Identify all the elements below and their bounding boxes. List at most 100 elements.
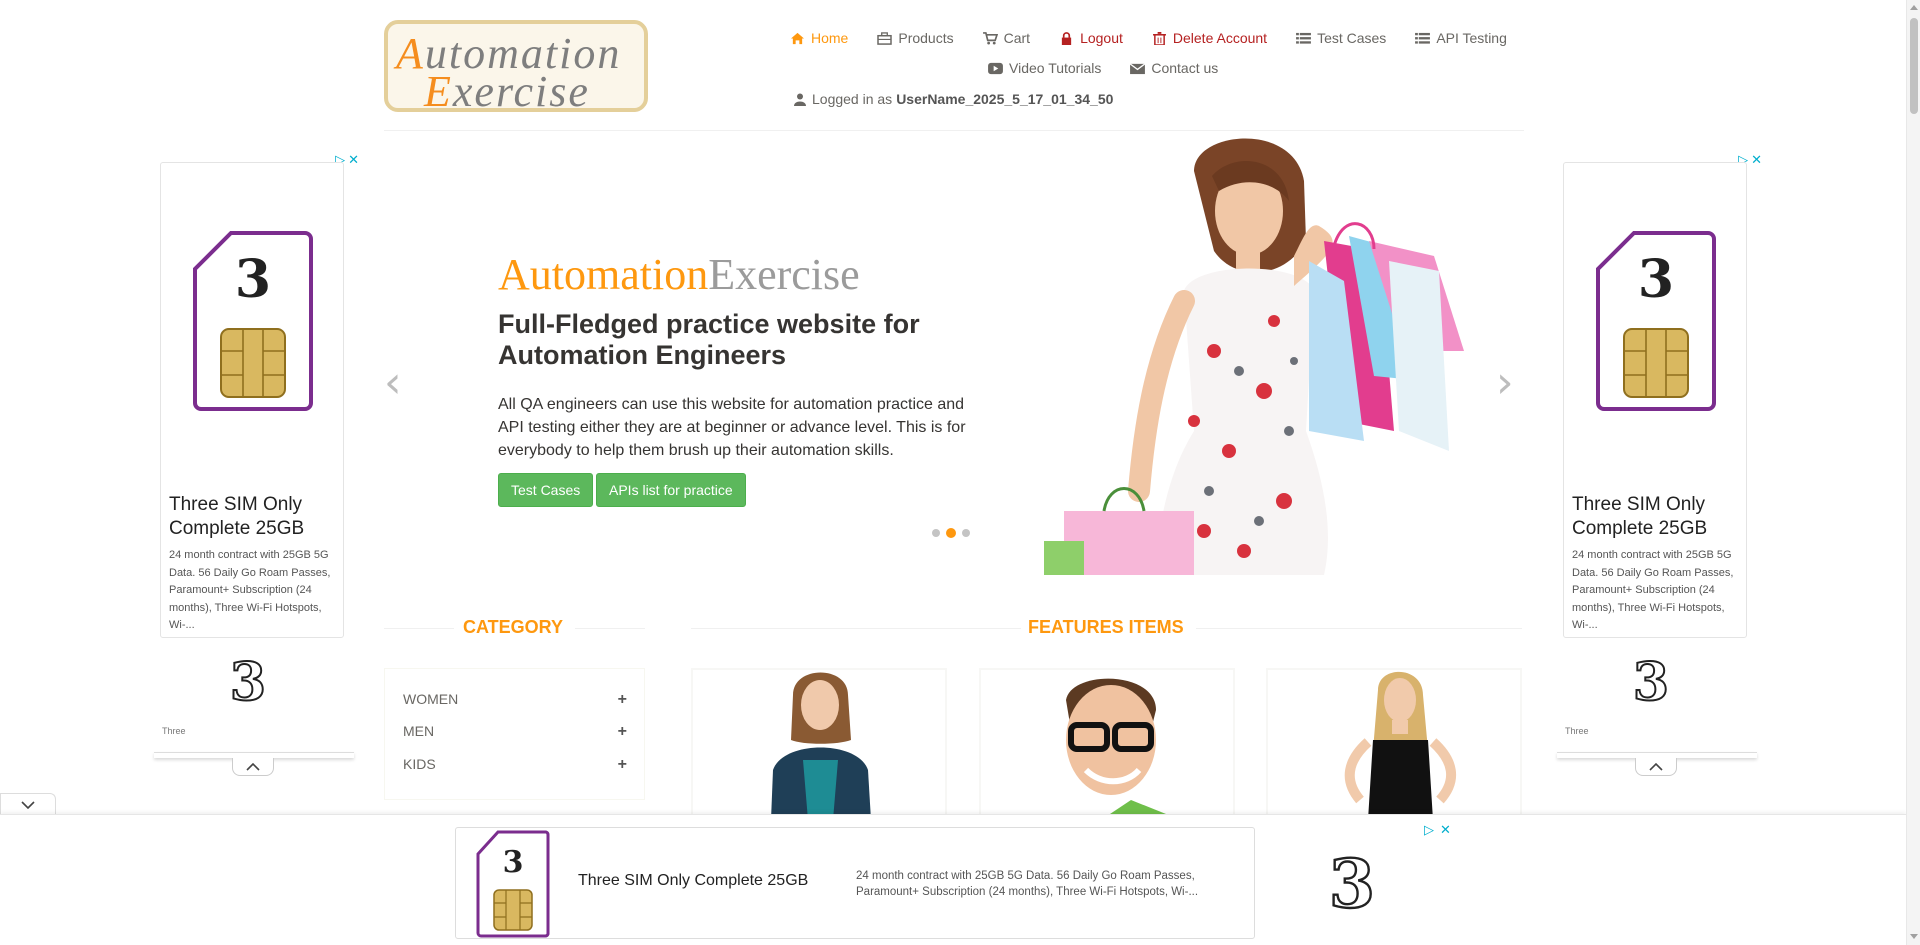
slide-paragraph: All QA engineers can use this website fo… [498,396,966,459]
ad-card[interactable]: 3 Three SIM Only Complete 25GB 24 month … [1563,162,1747,638]
page-scrollbar[interactable] [1906,0,1920,945]
nav-video-tutorials[interactable]: Video Tutorials [988,60,1101,76]
shopping-girl-image [1044,138,1464,575]
category-men-label: MEN [403,723,435,739]
user-icon [794,93,806,106]
three-brand-logo[interactable]: 3 [1627,652,1675,708]
section-rule [384,628,454,629]
collapse-ad-button[interactable] [1635,758,1677,776]
nav-cart-label: Cart [1003,30,1031,46]
svg-text:3: 3 [235,249,271,310]
bottom-ad-headline[interactable]: Three SIM Only Complete 25GB [578,872,808,890]
three-brand-logo[interactable]: 3 [224,652,272,708]
scroll-down-arrow[interactable] [1910,934,1918,939]
ad-headline[interactable]: Three SIM Only Complete 25GB [169,493,339,541]
nav-logout-label: Logout [1080,30,1123,46]
carousel-dot[interactable] [962,529,970,537]
product-card[interactable] [979,668,1235,818]
nav-test-cases[interactable]: Test Cases [1296,30,1386,46]
category-men[interactable]: MEN + [403,723,627,741]
cart-icon [982,31,998,45]
nav-delete-account[interactable]: Delete Account [1152,30,1267,46]
trash-icon [1152,31,1166,45]
nav-delete-account-label: Delete Account [1172,30,1268,46]
nav-contact-us-label: Contact us [1151,60,1219,76]
svg-text:3: 3 [503,845,524,880]
ad-advertiser: Three [162,726,186,736]
scroll-up-arrow[interactable] [1910,5,1918,10]
nav-contact-us[interactable]: Contact us [1130,60,1218,76]
ad-description: 24 month contract with 25GB 5G Data. 56 … [1572,549,1734,631]
category-kids-label: KIDS [403,756,436,772]
list-icon [1296,32,1311,44]
slide-heading: Full-Fledged practice website for Automa… [498,309,920,370]
product-image-man-glasses [1066,678,1171,816]
bottom-ad-description: 24 month contract with 25GB 5G Data. 56 … [856,870,1199,898]
youtube-icon [988,62,1003,74]
ad-advertiser: Three [1565,726,1589,736]
svg-text:3: 3 [230,652,266,708]
collapse-ad-button[interactable] [232,758,274,776]
nav-logout[interactable]: Logout [1059,30,1123,46]
section-rule [691,628,1021,629]
product-card[interactable] [1266,668,1522,818]
logged-in-status: Logged in as UserName_2025_5_17_01_34_50 [794,91,1113,107]
svg-text:3: 3 [1329,845,1375,917]
section-rule [1196,628,1522,629]
three-brand-logo[interactable]: 3 [1322,845,1382,917]
nav-home[interactable]: Home [790,30,848,46]
carousel-dot-active[interactable] [946,528,956,538]
nav-cart[interactable]: Cart [982,30,1031,46]
slide-brand-automation: Automation [498,250,709,299]
category-women-label: WOMEN [403,691,459,707]
adchoices-icon[interactable]: ▷ [1424,822,1434,838]
logged-in-username: UserName_2025_5_17_01_34_50 [896,91,1114,107]
envelope-icon [1130,62,1146,74]
plus-icon[interactable]: + [618,691,627,709]
carousel-prev-button[interactable]: ‹ [384,361,402,405]
close-ad-icon[interactable]: ✕ [1440,822,1451,838]
apis-list-button[interactable]: APIs list for practice [596,473,746,507]
slide-brand-title: AutomationExercise [498,249,860,300]
sim-card-icon: 3 [1596,231,1716,411]
product-card[interactable] [691,668,947,818]
products-icon [877,31,893,45]
site-logo[interactable]: Automation Exercise [384,20,648,116]
svg-text:3: 3 [1633,652,1669,708]
product-image-woman-black-top [1344,671,1457,816]
nav-test-cases-label: Test Cases [1317,30,1387,46]
plus-icon[interactable]: + [618,756,627,774]
close-ad-icon[interactable]: ✕ [348,152,359,168]
category-panel: WOMEN + MEN + KIDS + [384,668,645,800]
plus-icon[interactable]: + [618,723,627,741]
chevron-down-icon [21,800,35,809]
sim-card-icon: 3 [193,231,313,411]
nav-products[interactable]: Products [877,30,954,46]
close-ad-icon[interactable]: ✕ [1751,152,1762,168]
home-icon [791,32,804,44]
logged-in-label: Logged in as [812,91,893,107]
ad-headline[interactable]: Three SIM Only Complete 25GB [1572,493,1742,541]
carousel-next-button[interactable]: › [1496,361,1514,405]
nav-products-label: Products [898,30,954,46]
features-items-title: FEATURES ITEMS [1028,617,1184,637]
collapse-bottom-ad-button[interactable] [0,793,56,815]
carousel-indicators [932,528,970,538]
logo-initial-e: E [424,67,453,116]
logo-word-exercise: xercise [452,67,590,116]
lock-icon [1061,31,1072,45]
category-kids[interactable]: KIDS + [403,756,627,774]
logo-initial-a: A [396,29,425,78]
slide-brand-exercise: Exercise [708,250,860,299]
nav-video-tutorials-label: Video Tutorials [1009,60,1102,76]
ad-card[interactable]: 3 Three SIM Only Complete 25GB 24 month … [160,162,344,638]
sim-card-icon: 3 [476,830,550,938]
hero-carousel: ‹ › AutomationExercise Full-Fledged prac… [384,131,1524,575]
carousel-dot[interactable] [932,529,940,537]
category-title: CATEGORY [463,617,564,637]
bottom-ad-card[interactable]: 3 Three SIM Only Complete 25GB 24 month … [455,827,1255,939]
nav-api-testing[interactable]: API Testing [1415,30,1507,46]
scrollbar-thumb[interactable] [1910,18,1918,114]
test-cases-button[interactable]: Test Cases [498,473,594,507]
category-women[interactable]: WOMEN + [403,691,627,709]
